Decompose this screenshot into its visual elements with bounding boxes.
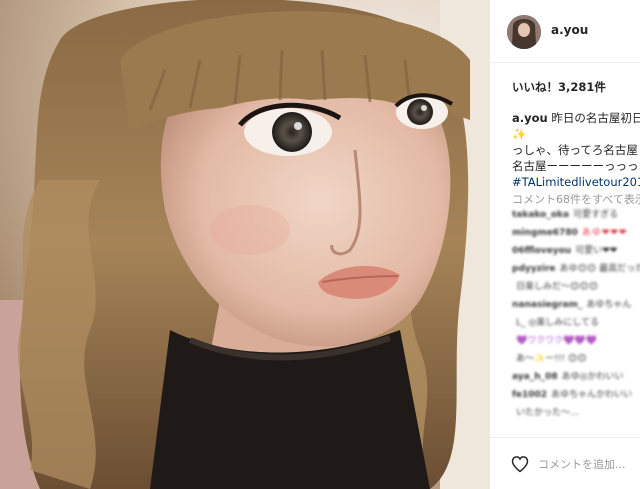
post-header: a.you bbox=[490, 0, 640, 63]
comment-text: あ〜✨ー!!! 😊😊 bbox=[516, 354, 587, 364]
post-photo[interactable] bbox=[0, 0, 490, 489]
selfie-photo bbox=[0, 0, 490, 489]
comment-text: 💜ワクワク💜💜💜 bbox=[516, 336, 597, 346]
comment-item: いたかった〜… bbox=[512, 404, 640, 422]
caption-author[interactable]: a.you bbox=[512, 111, 548, 125]
comment-item: nanasiegram_ あゆちゃん bbox=[512, 296, 640, 314]
comment-item: あ〜✨ー!!! 😊😊 bbox=[512, 350, 640, 368]
comment-user[interactable]: 06ffloveyou bbox=[512, 246, 571, 256]
comment-item: mingme6780 あゆ❤❤❤ bbox=[512, 224, 640, 242]
caption-text-2: っしゃ、待ってろ名古屋 bbox=[512, 143, 638, 157]
comment-item: 06ffloveyou 可愛い❤❤ bbox=[512, 242, 640, 260]
comment-text: あゆ😊😊 最高だった bbox=[559, 264, 640, 274]
comment-item: aya_h_08 あゆ◎かわいい bbox=[512, 368, 640, 386]
hashtag-link[interactable]: #TALimitedlivetour2016 bbox=[512, 174, 640, 190]
comment-text: あゆ◎かわいい bbox=[561, 372, 624, 382]
avatar[interactable] bbox=[507, 15, 541, 49]
caption-line-1: a.you 昨日の名古屋初日 bbox=[512, 110, 640, 126]
comment-user[interactable]: pdyyzire bbox=[512, 264, 555, 274]
post-footer: コメントを追加... bbox=[490, 437, 640, 489]
caption-sparkle: ✨ bbox=[512, 127, 527, 141]
comment-text: あゆちゃんかわいい bbox=[551, 390, 633, 400]
comment-item: 💜ワクワク💜💜💜 bbox=[512, 332, 640, 350]
view-all-comments-link[interactable]: コメント68件をすべて表示 bbox=[512, 191, 640, 207]
heart-icon[interactable] bbox=[510, 454, 530, 474]
add-comment-input[interactable]: コメントを追加... bbox=[538, 456, 626, 472]
comment-item: takako_oka 可愛すぎる bbox=[512, 206, 640, 224]
comment-user[interactable]: takako_oka bbox=[512, 210, 569, 220]
comment-user[interactable]: aya_h_08 bbox=[512, 372, 558, 382]
comment-text: 日楽しみだ〜😊😊😊 bbox=[516, 282, 599, 292]
caption-text-1: 昨日の名古屋初日 bbox=[551, 111, 640, 125]
comment-text: 可愛い❤❤ bbox=[575, 246, 618, 256]
post-sidebar: a.you いいね！3,281件 a.you 昨日の名古屋初日 ✨ っしゃ、待っ… bbox=[490, 0, 640, 489]
caption-text-3: 名古屋ーーーーーっっっ bbox=[512, 159, 639, 173]
comment-text: あゆちゃん bbox=[586, 300, 632, 310]
comment-user[interactable]: nanasiegram_ bbox=[512, 300, 582, 310]
caption: a.you 昨日の名古屋初日 ✨ っしゃ、待ってろ名古屋 名古屋ーーーーーっっっ… bbox=[512, 110, 640, 190]
comment-text: 可愛すぎる bbox=[573, 210, 619, 220]
comment-item: pdyyzire あゆ😊😊 最高だった bbox=[512, 260, 640, 278]
comment-list: takako_oka 可愛すぎる mingme6780 あゆ❤❤❤ 06fflove… bbox=[512, 206, 640, 422]
comment-user[interactable]: mingme6780 bbox=[512, 228, 578, 238]
comment-user[interactable]: fe1002 bbox=[512, 390, 547, 400]
likes-count[interactable]: いいね！3,281件 bbox=[512, 79, 606, 95]
comment-text: L_ ◎楽しみにしてる bbox=[516, 318, 599, 328]
comment-item: L_ ◎楽しみにしてる bbox=[512, 314, 640, 332]
comment-item: 日楽しみだ〜😊😊😊 bbox=[512, 278, 640, 296]
username-link[interactable]: a.you bbox=[551, 23, 588, 37]
avatar-image bbox=[507, 15, 541, 49]
comment-item: fe1002 あゆちゃんかわいい bbox=[512, 386, 640, 404]
comment-text: あゆ❤❤❤ bbox=[581, 228, 628, 238]
comment-text: いたかった〜… bbox=[516, 408, 580, 418]
